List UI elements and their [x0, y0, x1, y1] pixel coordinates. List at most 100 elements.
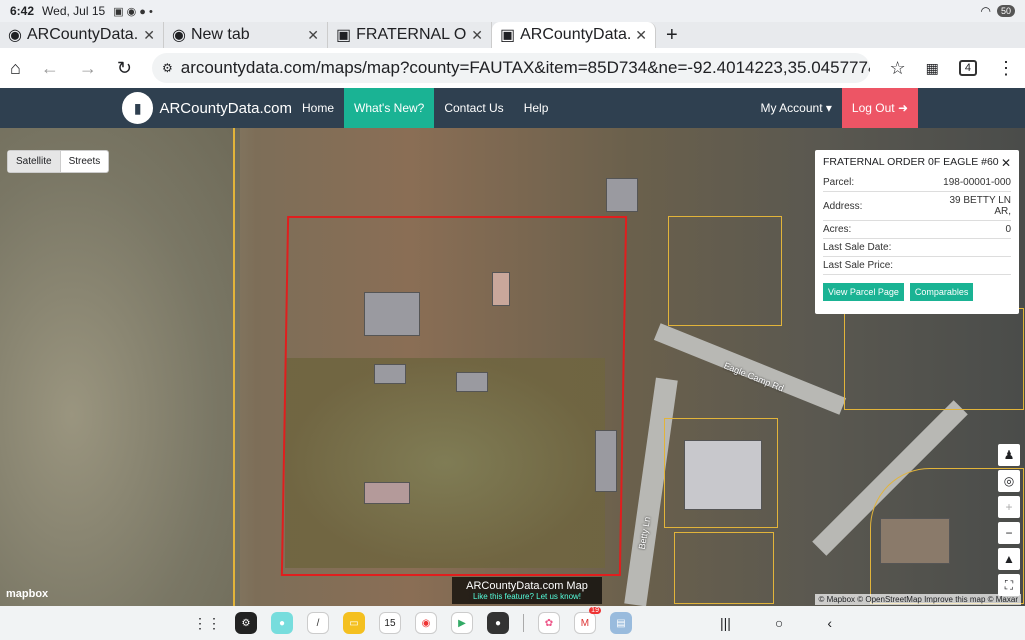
translate-icon[interactable]: ▦	[926, 60, 939, 77]
status-time: 6:42	[10, 4, 35, 18]
page-icon: ▣	[336, 27, 352, 44]
address-label: Address:	[823, 201, 863, 212]
menu-icon[interactable]: ⋮	[997, 58, 1015, 79]
map-controls: ♟ ◎ + − ▲ ⛶	[998, 444, 1020, 596]
taskbar: ⋮⋮ ⚙ ● / ▭ 15 ◉ ▶ ● ✿ M 19 ▤ ||| ○ ‹	[0, 606, 1025, 640]
popup-title: FRATERNAL ORDER 0F EAGLE #60	[823, 156, 999, 168]
toolbar: ⌂ ← → ↻ ⚙ arcountydata.com/maps/map?coun…	[0, 48, 1025, 88]
streets-button[interactable]: Streets	[61, 151, 109, 172]
forward-icon[interactable]: →	[79, 58, 97, 79]
recents-button[interactable]: |||	[720, 615, 731, 631]
home-button[interactable]: ○	[775, 615, 783, 631]
reload-icon[interactable]: ↻	[117, 58, 132, 79]
new-tab-button[interactable]: +	[656, 24, 688, 47]
building	[492, 272, 510, 306]
tab-count[interactable]: 4	[958, 60, 977, 76]
compass-icon[interactable]: ▲	[998, 548, 1020, 570]
nav-logout[interactable]: Log Out ➜	[841, 88, 918, 128]
site-navbar: ▮ ARCountyData.com Home What's New? Conta…	[0, 88, 1025, 128]
chrome-app-icon[interactable]: ◉	[414, 612, 437, 634]
gmail-badge: 19	[589, 607, 601, 614]
parcel-boundary[interactable]	[668, 216, 782, 326]
chrome-icon: ◉	[172, 27, 186, 44]
view-parcel-page-button[interactable]: View Parcel Page	[823, 283, 904, 301]
url-text: arcountydata.com/maps/map?county=FAUTAX&…	[180, 58, 870, 77]
page-icon: ▣	[500, 27, 516, 44]
parcel-boundary[interactable]	[233, 128, 235, 606]
building	[595, 430, 617, 492]
site-info-icon[interactable]: ⚙	[162, 61, 173, 75]
address-value: 39 BETTY LN AR,	[949, 195, 1011, 217]
last-sale-price-label: Last Sale Price:	[823, 260, 894, 271]
locate-icon[interactable]: ◎	[998, 470, 1020, 492]
calendar-app-icon[interactable]: 15	[378, 612, 401, 634]
status-date: Wed, Jul 15	[42, 4, 106, 18]
tab-arcountydata-active[interactable]: ▣ARCountyData.co✕	[492, 22, 656, 48]
close-icon[interactable]: ✕	[307, 27, 319, 44]
parcel-boundary[interactable]	[674, 532, 774, 604]
parcel-label: Parcel:	[823, 177, 855, 188]
settings-app-icon[interactable]: ⚙	[234, 612, 257, 634]
tab-arcountydata-1[interactable]: ◉ARCountyData.Co✕	[0, 22, 164, 48]
notes-app-icon[interactable]: /	[306, 612, 329, 634]
feedback-link[interactable]: Like this feature? Let us know!	[452, 592, 602, 601]
address-bar[interactable]: ⚙ arcountydata.com/maps/map?county=FAUTA…	[151, 53, 870, 83]
close-icon[interactable]: ✕	[471, 27, 483, 44]
nav-home[interactable]: Home	[292, 88, 344, 128]
satellite-button[interactable]: Satellite	[8, 151, 61, 172]
building	[606, 178, 638, 212]
logout-icon: ➜	[897, 101, 908, 115]
zoom-out-icon[interactable]: −	[998, 522, 1020, 544]
bookmark-star-icon[interactable]: ☆	[890, 58, 906, 79]
app-drawer-icon[interactable]: ⋮⋮	[193, 615, 221, 632]
nav-help[interactable]: Help	[514, 88, 559, 128]
back-icon[interactable]: ←	[41, 58, 59, 79]
last-sale-date-label: Last Sale Date:	[823, 242, 892, 253]
street-view-icon[interactable]: ♟	[998, 444, 1020, 466]
battery-icon: 50	[996, 5, 1015, 17]
map-view[interactable]: Eagle Camp Rd Betty Ln Satellite Streets…	[0, 128, 1025, 606]
building	[456, 372, 488, 392]
close-icon[interactable]: ✕	[143, 27, 155, 44]
parcel-value: 198-00001-000	[943, 177, 1011, 188]
play-store-icon[interactable]: ▶	[450, 612, 473, 634]
galaxy-store-icon[interactable]: ●	[270, 612, 293, 634]
tab-new[interactable]: ◉ New tab ✕	[164, 22, 328, 48]
gmail-app-icon[interactable]: M 19	[573, 607, 601, 634]
close-icon[interactable]: ✕	[635, 27, 647, 44]
tab-fraternal[interactable]: ▣FRATERNAL ORD✕	[328, 22, 492, 48]
fullscreen-icon[interactable]: ⛶	[998, 574, 1020, 596]
building	[364, 482, 410, 504]
water-area	[0, 128, 240, 606]
tab-strip: ◉ARCountyData.Co✕ ◉New tab✕ ▣FRATERNAL O…	[0, 22, 1025, 48]
close-icon[interactable]: ✕	[1001, 156, 1011, 170]
files-app-icon[interactable]: ▤	[609, 612, 632, 634]
globe-icon: ◉	[8, 27, 22, 44]
selected-parcel-outline[interactable]	[280, 216, 628, 576]
building	[374, 364, 406, 384]
status-bar: 6:42 Wed, Jul 15 ▣ ◉ ● • ◠ 50	[0, 0, 1025, 22]
notification-icons: ▣ ◉ ● •	[113, 5, 153, 18]
comparables-button[interactable]: Comparables	[909, 283, 974, 301]
nav-contact[interactable]: Contact Us	[434, 88, 513, 128]
arkansas-icon: ▮	[122, 92, 154, 124]
zoom-in-icon[interactable]: +	[998, 496, 1020, 518]
back-button[interactable]: ‹	[827, 615, 832, 631]
home-icon[interactable]: ⌂	[10, 58, 21, 79]
map-caption: ARCountyData.com Map Like this feature? L…	[452, 577, 602, 604]
nav-whats-new[interactable]: What's New?	[344, 88, 435, 128]
mapbox-logo: mapbox	[6, 588, 49, 600]
parcel-popup: FRATERNAL ORDER 0F EAGLE #60 ✕ Parcel: 198…	[815, 150, 1019, 314]
samsung-notes-icon[interactable]: ▭	[342, 612, 365, 634]
site-logo[interactable]: ▮ ARCountyData.com	[0, 92, 292, 124]
photos-app-icon[interactable]: ✿	[537, 612, 560, 634]
wifi-icon: ◠	[980, 4, 991, 18]
map-style-toggle: Satellite Streets	[7, 150, 110, 173]
camera-app-icon[interactable]: ●	[486, 612, 509, 634]
acres-value: 0	[1005, 224, 1011, 235]
parcel-boundary[interactable]	[844, 308, 1024, 410]
nav-my-account[interactable]: My Account ▾	[751, 88, 842, 128]
acres-label: Acres:	[823, 224, 852, 235]
map-attribution[interactable]: © Mapbox © OpenStreetMap Improve this ma…	[815, 594, 1021, 605]
building	[684, 440, 762, 510]
